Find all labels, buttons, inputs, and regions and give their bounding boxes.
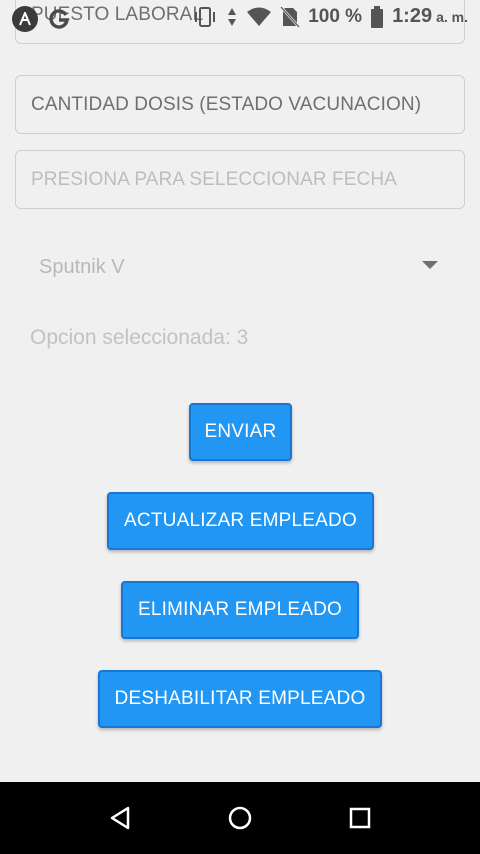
back-icon[interactable] xyxy=(106,804,134,832)
cantidad-dosis-placeholder: CANTIDAD DOSIS (ESTADO VACUNACION) xyxy=(31,93,422,115)
cantidad-dosis-input[interactable]: CANTIDAD DOSIS (ESTADO VACUNACION) xyxy=(15,75,465,134)
no-sim-icon xyxy=(280,5,301,28)
home-icon[interactable] xyxy=(226,804,254,832)
app-notification-icon xyxy=(12,6,38,32)
actualizar-empleado-button[interactable]: ACTUALIZAR EMPLEADO xyxy=(107,492,374,550)
app-content: PUESTO LABORAL CANTIDAD DOSIS (ESTADO VA… xyxy=(0,0,480,782)
clock-time: 1:29 xyxy=(392,5,433,27)
navigation-bar xyxy=(0,782,480,854)
battery-icon xyxy=(371,5,384,28)
clock-ampm: a. m. xyxy=(436,8,468,25)
vaccine-dropdown[interactable]: Sputnik V xyxy=(24,244,456,290)
deshabilitar-empleado-button[interactable]: DESHABILITAR EMPLEADO xyxy=(98,670,382,728)
vaccine-selected-value: Sputnik V xyxy=(39,256,125,278)
vibrate-icon xyxy=(195,6,216,27)
enviar-button[interactable]: ENVIAR xyxy=(189,403,292,461)
data-arrows-icon xyxy=(228,7,237,26)
eliminar-empleado-button[interactable]: ELIMINAR EMPLEADO xyxy=(121,581,359,639)
dropdown-arrow-icon xyxy=(422,261,438,269)
wifi-icon xyxy=(247,7,272,26)
fecha-placeholder: PRESIONA PARA SELECCIONAR FECHA xyxy=(31,168,397,190)
battery-percent: 100 % xyxy=(308,5,363,27)
google-icon xyxy=(46,6,72,32)
fecha-input[interactable]: PRESIONA PARA SELECCIONAR FECHA xyxy=(15,150,465,209)
status-bar: 100 % 1:29 a. m. xyxy=(0,0,480,36)
selected-option-label: Opcion seleccionada: 3 xyxy=(30,326,249,349)
recent-apps-icon[interactable] xyxy=(346,804,374,832)
